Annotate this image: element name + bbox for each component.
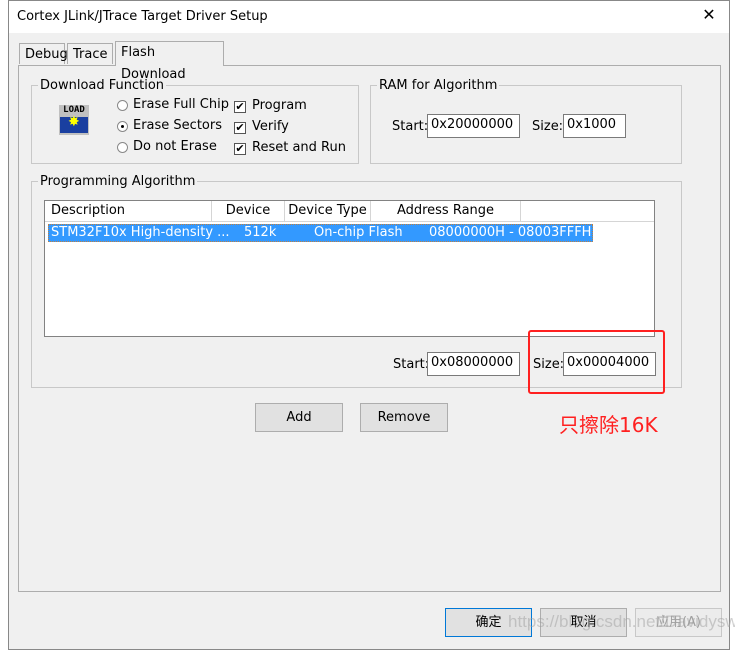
- program-checkbox[interactable]: ✔: [234, 101, 246, 113]
- ram-start-label: Start:: [392, 119, 429, 134]
- do-not-erase-label: Do not Erase: [133, 139, 217, 154]
- watermark: https://blog.csdn.net/Davidysw: [508, 612, 735, 631]
- program-label: Program: [252, 98, 307, 113]
- close-icon[interactable]: ✕: [697, 5, 721, 24]
- radio-erase-full-chip[interactable]: [117, 100, 128, 111]
- reset-and-run-label: Reset and Run: [252, 140, 346, 155]
- column-header-device-type[interactable]: Device Type: [285, 201, 371, 222]
- ram-size-input[interactable]: 0x1000: [563, 114, 626, 138]
- verify-label: Verify: [252, 119, 289, 134]
- column-header-description[interactable]: Description: [45, 201, 212, 222]
- radio-do-not-erase[interactable]: [117, 142, 128, 153]
- column-header-empty: [521, 201, 654, 222]
- group-label: RAM for Algorithm: [379, 78, 498, 93]
- annotation-highlight-box: [528, 330, 665, 394]
- window-title: Cortex JLink/JTrace Target Driver Setup: [17, 9, 268, 24]
- algo-start-label: Start:: [393, 357, 430, 372]
- column-header-device-size[interactable]: Device Size: [212, 201, 285, 238]
- tab-flash-download[interactable]: Flash Download: [115, 41, 224, 82]
- load-icon: LOAD ✸: [59, 105, 89, 135]
- algo-start-input[interactable]: 0x08000000: [427, 352, 520, 376]
- cell-device-size: 512k: [244, 225, 277, 240]
- reset-and-run-checkbox[interactable]: ✔: [234, 143, 246, 155]
- annotation-note: 只擦除16K: [559, 413, 658, 437]
- cell-description: STM32F10x High-density ...: [51, 225, 230, 240]
- radio-erase-sectors[interactable]: [117, 121, 128, 132]
- add-button[interactable]: Add: [255, 403, 343, 432]
- tab-trace[interactable]: Trace: [67, 43, 113, 64]
- ram-start-input[interactable]: 0x20000000: [427, 114, 520, 138]
- remove-button[interactable]: Remove: [360, 403, 448, 432]
- verify-checkbox[interactable]: ✔: [234, 122, 246, 134]
- erase-full-chip-label: Erase Full Chip: [133, 97, 229, 112]
- group-label: Programming Algorithm: [40, 174, 196, 189]
- setup-dialog: Cortex JLink/JTrace Target Driver Setup …: [8, 0, 730, 650]
- erase-sectors-label: Erase Sectors: [133, 118, 222, 133]
- ram-size-label: Size:: [532, 119, 564, 134]
- title-bar: Cortex JLink/JTrace Target Driver Setup …: [9, 1, 729, 33]
- cell-device-type: On-chip Flash: [314, 225, 403, 240]
- table-row[interactable]: STM32F10x High-density ... 512k On-chip …: [48, 224, 593, 242]
- column-header-address-range[interactable]: Address Range: [371, 201, 521, 222]
- algorithm-list[interactable]: Description Device Size Device Type Addr…: [44, 200, 655, 337]
- cell-address-range: 08000000H - 08003FFFH: [429, 225, 592, 240]
- tab-debug[interactable]: Debug: [19, 43, 68, 64]
